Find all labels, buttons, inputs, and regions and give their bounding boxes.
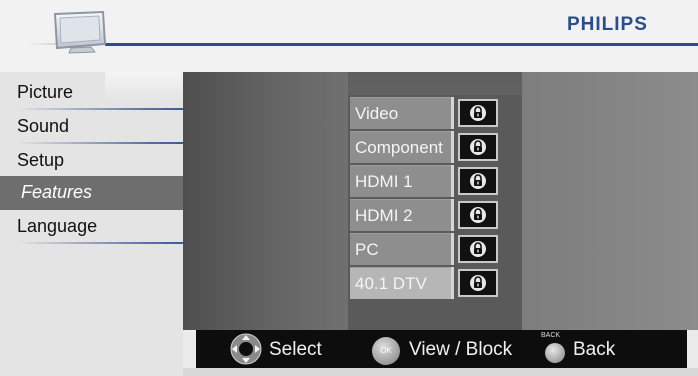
content-panel-right [522, 72, 698, 330]
menu-item-features[interactable]: Features [0, 176, 183, 210]
lock-icon[interactable] [458, 133, 498, 161]
menu-separator [17, 242, 183, 244]
back-key-caption: BACK [541, 332, 561, 339]
block-row-pc[interactable]: PC [350, 233, 520, 265]
lock-icon[interactable] [458, 201, 498, 229]
block-row-hdmi-2[interactable]: HDMI 2 [350, 199, 520, 231]
block-row-hdmi-1[interactable]: HDMI 1 [350, 165, 520, 197]
menu-item-label: Features [21, 182, 93, 202]
block-row-label: HDMI 1 [350, 165, 451, 197]
ok-button-icon: OK [372, 337, 400, 365]
row-divider [451, 199, 454, 231]
row-divider [451, 165, 454, 197]
menu-item-label: Language [17, 216, 98, 236]
menu-item-label: Setup [17, 150, 65, 170]
menu-item-label: Picture [17, 82, 74, 102]
block-row-label: 40.1 DTV [350, 267, 451, 299]
block-row-40-1-dtv[interactable]: 40.1 DTV [350, 267, 520, 299]
header-divider [105, 43, 698, 46]
footer-strip [183, 368, 698, 376]
block-row-label: PC [350, 233, 451, 265]
content-panel-left [183, 72, 348, 330]
row-divider [451, 233, 454, 265]
help-select-label: Select [269, 339, 322, 360]
block-row-component[interactable]: Component [350, 131, 520, 163]
help-back-label: Back [573, 339, 616, 360]
block-row-label: Component [350, 131, 451, 163]
menu-item-picture[interactable]: Picture [0, 76, 183, 110]
dpad-icon [230, 333, 262, 365]
row-divider [451, 131, 454, 163]
menu-item-language[interactable]: Language [0, 210, 183, 244]
philips-logo: PHILIPS [567, 14, 648, 35]
menu-item-setup[interactable]: Setup [0, 144, 183, 178]
ok-icon-text: OK [380, 346, 392, 355]
row-divider [451, 97, 454, 129]
back-button-icon [545, 343, 565, 363]
tv-icon [53, 10, 107, 54]
lock-icon[interactable] [458, 269, 498, 297]
lock-icon[interactable] [458, 235, 498, 263]
lock-icon[interactable] [458, 167, 498, 195]
menu-item-sound[interactable]: Sound [0, 110, 183, 144]
help-view-block-label: View / Block [409, 339, 513, 360]
lock-icon[interactable] [458, 99, 498, 127]
menu-item-label: Sound [17, 116, 70, 136]
block-row-video[interactable]: Video [350, 97, 520, 129]
block-row-label: HDMI 2 [350, 199, 451, 231]
block-row-label: Video [350, 97, 451, 129]
row-divider [451, 267, 454, 299]
